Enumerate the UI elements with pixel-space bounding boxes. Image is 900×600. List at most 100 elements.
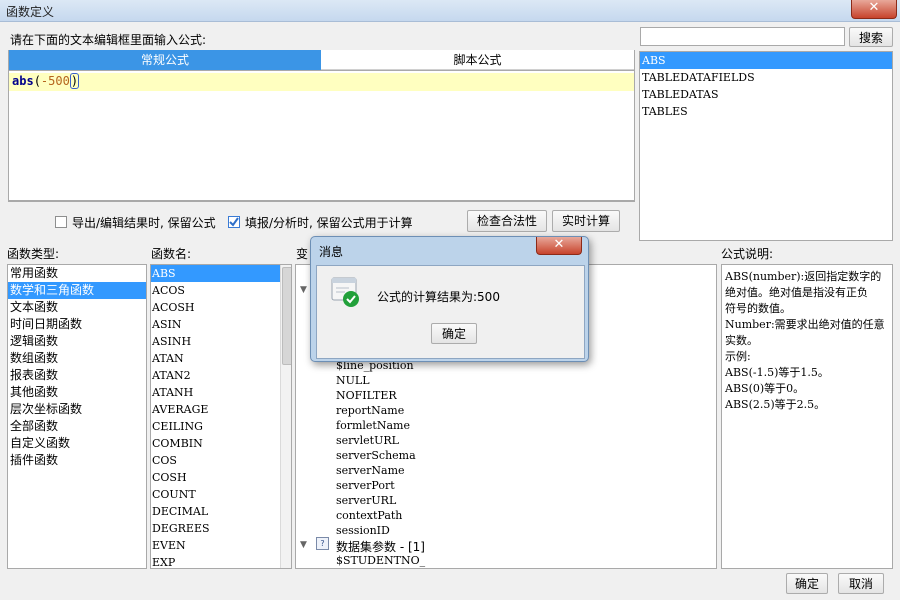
- formula-list-item[interactable]: TABLEDATAFIELDS: [640, 69, 892, 86]
- variable-item[interactable]: reportName: [336, 403, 416, 418]
- export-keep-label: 导出/编辑结果时, 保留公式: [72, 216, 216, 230]
- tab-regular-formula[interactable]: 常规公式: [9, 50, 321, 70]
- function-name-item[interactable]: ASIN: [151, 316, 281, 333]
- window-titlebar: 函数定义 ✕: [0, 0, 900, 22]
- fill-keep-label: 填报/分析时, 保留公式用于计算: [245, 216, 413, 230]
- scrollbar-thumb[interactable]: [282, 267, 291, 365]
- tab-script-formula[interactable]: 脚本公式: [321, 50, 634, 70]
- function-name-item[interactable]: ATAN: [151, 350, 281, 367]
- description-line: ABS(number):返回指定数字的: [725, 270, 882, 283]
- description-header: 公式说明:: [721, 247, 774, 261]
- description-line: ABS(0)等于0。: [725, 382, 805, 395]
- close-icon: ✕: [868, 0, 880, 15]
- function-name-item[interactable]: ABS: [151, 265, 281, 282]
- function-type-item[interactable]: 逻辑函数: [8, 333, 146, 350]
- function-name-item[interactable]: ACOS: [151, 282, 281, 299]
- function-type-item[interactable]: 全部函数: [8, 418, 146, 435]
- message-body: 公式的计算结果为:500 确定: [316, 265, 585, 359]
- search-button[interactable]: 搜索: [849, 27, 893, 47]
- formula-list-item[interactable]: ABS: [640, 52, 892, 69]
- description-line: Number:需要求出绝对值的任意: [725, 318, 885, 331]
- function-type-item[interactable]: 其他函数: [8, 384, 146, 401]
- check-validity-button[interactable]: 检查合法性: [467, 210, 547, 232]
- variable-item[interactable]: serverPort: [336, 478, 416, 493]
- code-open-paren: (: [33, 74, 41, 88]
- code-number: -500: [40, 74, 70, 88]
- collapse-icon[interactable]: ▼: [300, 540, 307, 550]
- dataset-param-group[interactable]: 数据集参数 - [1]: [336, 538, 425, 555]
- function-name-item[interactable]: ATANH: [151, 384, 281, 401]
- variable-item[interactable]: serverName: [336, 463, 416, 478]
- collapse-icon[interactable]: ▼: [300, 285, 307, 295]
- message-ok-button[interactable]: 确定: [431, 323, 477, 344]
- function-name-item[interactable]: ACOSH: [151, 299, 281, 316]
- realtime-calc-button[interactable]: 实时计算: [552, 210, 620, 232]
- function-name-item[interactable]: COSH: [151, 469, 281, 486]
- function-name-item[interactable]: DEGREES: [151, 520, 281, 537]
- export-keep-checkbox[interactable]: [55, 216, 67, 228]
- function-name-item[interactable]: EVEN: [151, 537, 281, 554]
- fill-keep-checkbox[interactable]: [228, 216, 240, 228]
- function-type-item[interactable]: 数组函数: [8, 350, 146, 367]
- description-line: ABS(-1.5)等于1.5。: [725, 366, 829, 379]
- function-name-item[interactable]: CEILING: [151, 418, 281, 435]
- function-type-item[interactable]: 时间日期函数: [8, 316, 146, 333]
- function-name-item[interactable]: EXP: [151, 554, 281, 568]
- variable-item[interactable]: serverURL: [336, 493, 416, 508]
- function-names-header: 函数名:: [151, 247, 192, 261]
- code-close-paren: ): [69, 73, 80, 89]
- function-name-item[interactable]: ATAN2: [151, 367, 281, 384]
- editor-current-line: abs(-500): [9, 73, 634, 91]
- success-icon: [331, 276, 359, 307]
- variable-item[interactable]: servletURL: [336, 433, 416, 448]
- function-types-header: 函数类型:: [7, 247, 60, 261]
- function-type-item[interactable]: 常用函数: [8, 265, 146, 282]
- formula-list-panel: ABS TABLEDATAFIELDS TABLEDATAS TABLES: [639, 51, 893, 241]
- formula-list-item[interactable]: TABLEDATAS: [640, 86, 892, 103]
- variable-item[interactable]: formletName: [336, 418, 416, 433]
- function-name-item[interactable]: COMBIN: [151, 435, 281, 452]
- check-icon: [229, 217, 239, 227]
- variable-item[interactable]: NOFILTER: [336, 388, 416, 403]
- description-line: ABS(2.5)等于2.5。: [725, 398, 826, 411]
- message-close-button[interactable]: ✕: [536, 237, 582, 255]
- function-name-item[interactable]: AVERAGE: [151, 401, 281, 418]
- description-line: 绝对值。绝对值是指没有正负: [725, 286, 868, 299]
- description-panel: ABS(number):返回指定数字的 绝对值。绝对值是指没有正负 符号的数值。 Nu…: [721, 264, 893, 569]
- variable-item[interactable]: sessionID: [336, 523, 416, 538]
- function-type-item[interactable]: 文本函数: [8, 299, 146, 316]
- dataset-param-item[interactable]: $STUDENTNO_: [336, 554, 425, 567]
- function-type-item[interactable]: 插件函数: [8, 452, 146, 469]
- function-type-item[interactable]: 报表函数: [8, 367, 146, 384]
- function-types-list: 常用函数 数学和三角函数 文本函数 时间日期函数 逻辑函数 数组函数 报表函数 其他函数 层次坐…: [7, 264, 147, 569]
- function-name-item[interactable]: COUNT: [151, 486, 281, 503]
- function-type-item[interactable]: 自定义函数: [8, 435, 146, 452]
- variable-item[interactable]: serverSchema: [336, 448, 416, 463]
- dataset-param-icon: ?: [316, 537, 329, 550]
- function-name-item[interactable]: DECIMAL: [151, 503, 281, 520]
- variable-item[interactable]: NULL: [336, 373, 416, 388]
- variable-item[interactable]: contextPath: [336, 508, 416, 523]
- function-name-item[interactable]: ASINH: [151, 333, 281, 350]
- description-line: 示例:: [725, 350, 751, 363]
- code-function-name: abs: [12, 74, 34, 88]
- message-text: 公式的计算结果为:500: [377, 290, 500, 304]
- ok-button[interactable]: 确定: [786, 573, 828, 594]
- cancel-button[interactable]: 取消: [838, 573, 884, 594]
- window-close-button[interactable]: ✕: [851, 0, 897, 19]
- close-icon: ✕: [553, 237, 565, 252]
- editor-prompt: 请在下面的文本编辑框里面输入公式:: [10, 33, 207, 47]
- function-name-item[interactable]: COS: [151, 452, 281, 469]
- formula-list-item[interactable]: TABLES: [640, 103, 892, 120]
- search-input[interactable]: [640, 27, 845, 46]
- function-names-scrollbar[interactable]: [280, 265, 291, 568]
- message-dialog-title: 消息: [319, 245, 344, 259]
- function-type-item[interactable]: 层次坐标函数: [8, 401, 146, 418]
- function-type-item[interactable]: 数学和三角函数: [8, 282, 146, 299]
- function-names-list: ABS ACOS ACOSH ASIN ASINH ATAN ATAN2 ATANH AVERA…: [150, 264, 292, 569]
- description-line: 符号的数值。: [725, 302, 791, 315]
- window-title: 函数定义: [6, 5, 55, 19]
- description-line: 实数。: [725, 334, 758, 347]
- variables-header: 变: [296, 247, 309, 261]
- formula-editor[interactable]: abs(-500): [8, 70, 635, 201]
